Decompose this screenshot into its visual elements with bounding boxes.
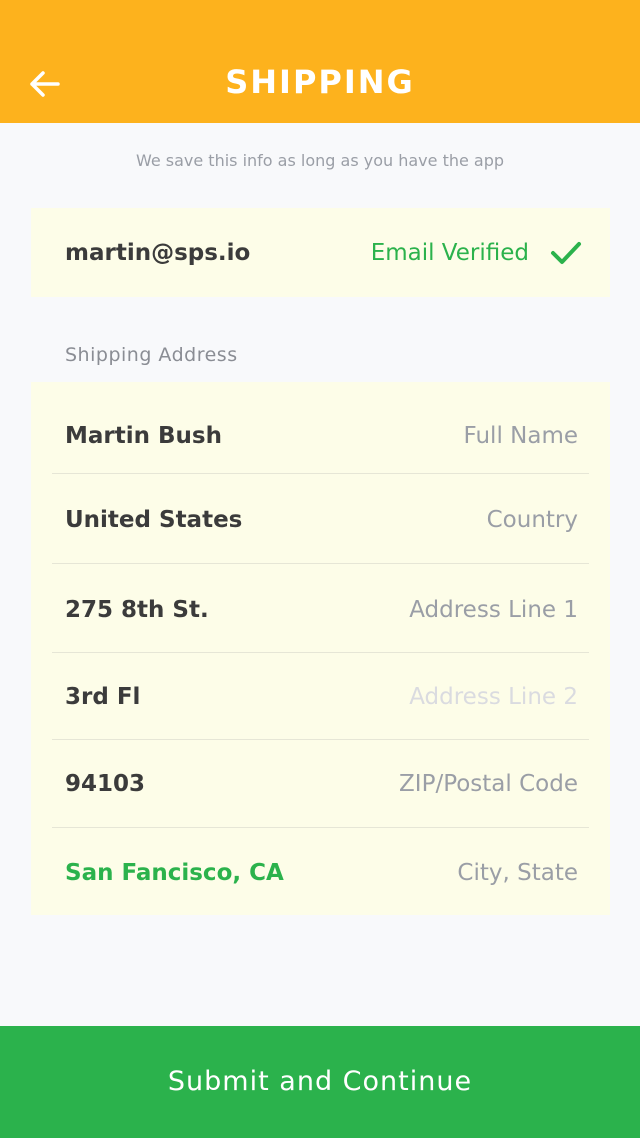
zip-code-label: ZIP/Postal Code (399, 771, 578, 797)
submit-button[interactable]: Submit and Continue (0, 1026, 640, 1138)
city-state-label: City, State (457, 860, 578, 886)
address-line-2-field[interactable]: 3rd Fl Address Line 2 (52, 653, 589, 740)
full-name-label: Full Name (463, 423, 579, 449)
info-subtitle: We save this info as long as you have th… (135, 151, 505, 170)
email-card: martin@sps.io Email Verified (31, 208, 610, 297)
shipping-section-label: Shipping Address (65, 344, 238, 366)
shipping-address-card: Martin Bush Full Name United States Coun… (31, 382, 610, 915)
full-name-field[interactable]: Martin Bush Full Name (52, 382, 589, 474)
country-label: Country (486, 507, 578, 533)
app-header: SHIPPING (0, 0, 640, 123)
address-line-2-value: 3rd Fl (65, 684, 141, 710)
zip-code-field[interactable]: 94103 ZIP/Postal Code (52, 740, 589, 828)
country-value: United States (65, 507, 243, 533)
address-line-1-field[interactable]: 275 8th St. Address Line 1 (52, 564, 589, 653)
email-verified-status: Email Verified (370, 240, 529, 266)
page-title: SHIPPING (225, 63, 415, 101)
city-state-value: San Fancisco, CA (65, 860, 284, 886)
checkmark-icon (551, 242, 581, 264)
country-field[interactable]: United States Country (52, 474, 589, 564)
address-line-1-value: 275 8th St. (65, 597, 209, 623)
email-value: martin@sps.io (65, 240, 251, 266)
city-state-field[interactable]: San Fancisco, CA City, State (52, 828, 589, 915)
address-line-2-label: Address Line 2 (409, 684, 578, 710)
address-line-1-label: Address Line 1 (409, 597, 578, 623)
zip-code-value: 94103 (65, 771, 146, 797)
full-name-value: Martin Bush (65, 423, 222, 449)
